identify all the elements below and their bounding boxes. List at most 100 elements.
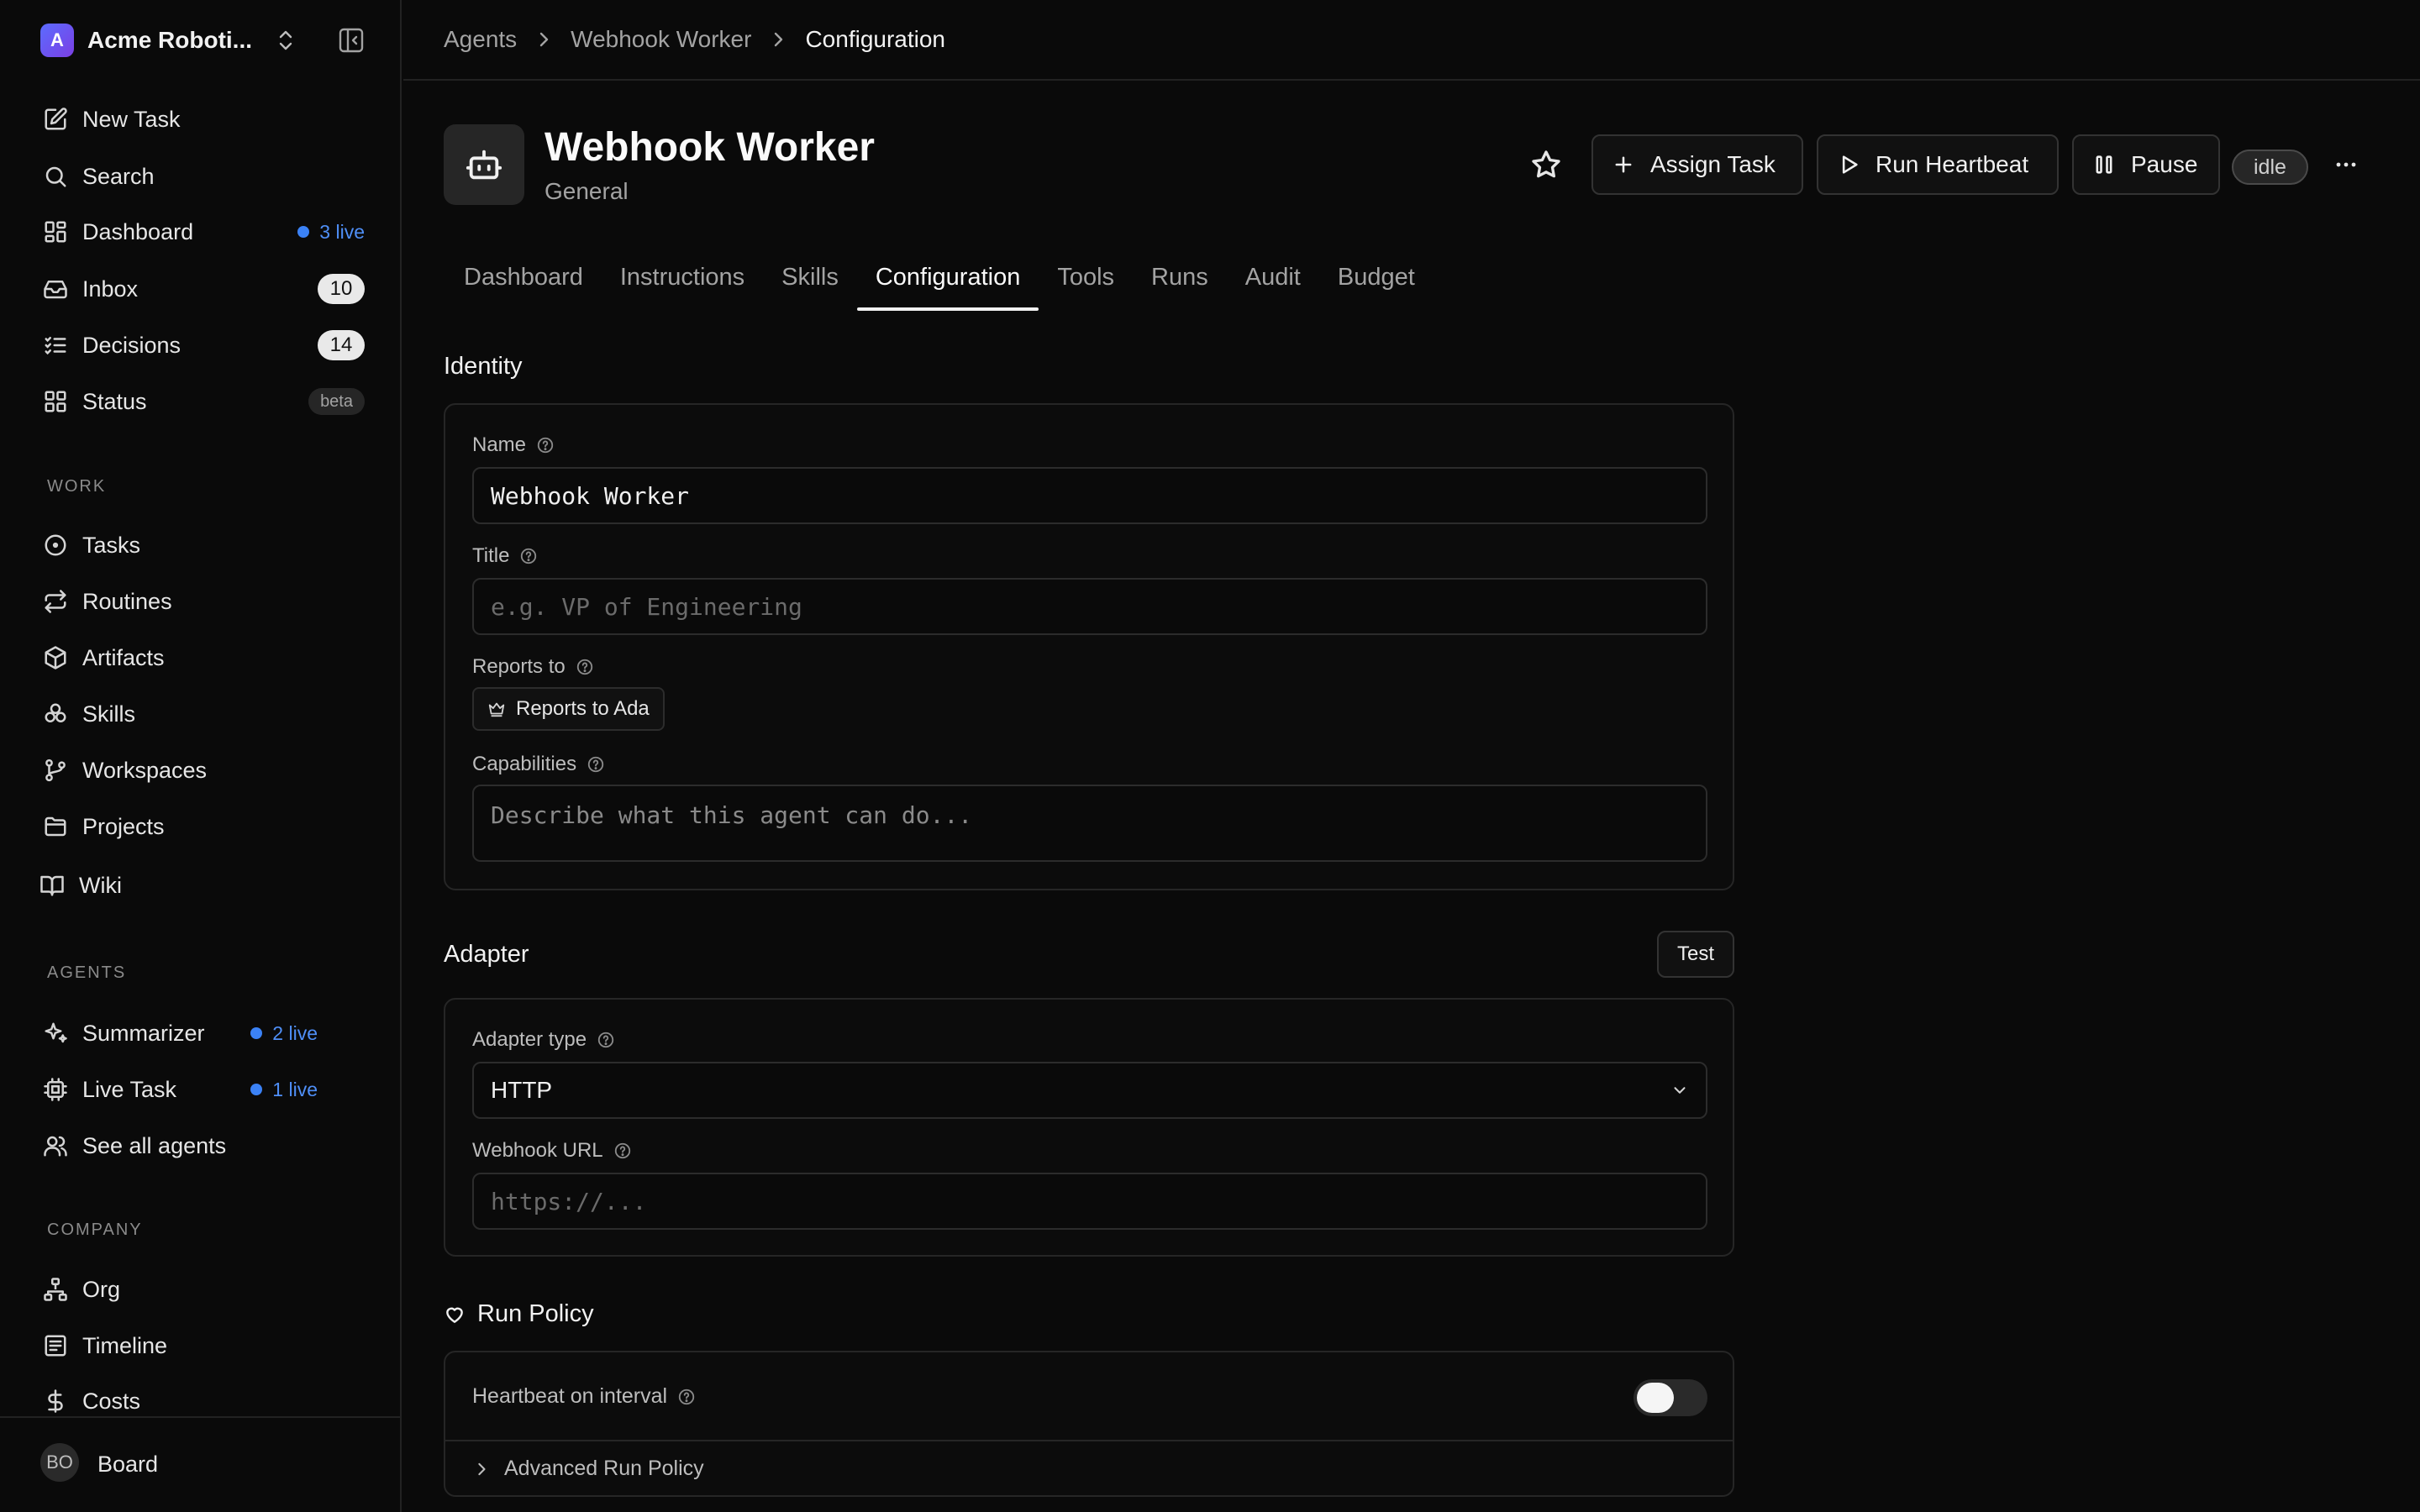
decisions-count-badge: 14	[318, 330, 365, 360]
nav-skills[interactable]: Skills	[40, 692, 365, 736]
status-badge: idle	[2232, 150, 2308, 185]
help-circle-icon[interactable]	[587, 755, 605, 774]
advanced-run-policy-toggle[interactable]: Advanced Run Policy	[476, 1457, 704, 1481]
nav-see-all-agents[interactable]: See all agents	[40, 1124, 365, 1168]
capabilities-textarea[interactable]: Describe what this agent can do...	[472, 785, 1707, 862]
tab-tools[interactable]: Tools	[1039, 249, 1133, 311]
tab-configuration[interactable]: Configuration	[856, 249, 1039, 311]
assign-task-button[interactable]: Assign Task	[1591, 134, 1803, 195]
adapter-section-title: Adapter	[444, 941, 529, 968]
nav-decisions[interactable]: Decisions 14	[40, 323, 365, 367]
nav-timeline[interactable]: Timeline	[40, 1324, 365, 1368]
agent-avatar	[444, 124, 524, 205]
section-label-agents: AGENTS	[47, 963, 127, 982]
nav-artifacts[interactable]: Artifacts	[40, 636, 365, 680]
section-label-work: WORK	[47, 477, 107, 496]
help-circle-icon[interactable]	[613, 1142, 632, 1160]
breadcrumb-agents[interactable]: Agents	[444, 26, 517, 53]
tab-dashboard[interactable]: Dashboard	[445, 249, 602, 311]
heartbeat-toggle[interactable]	[1634, 1379, 1707, 1416]
webhook-url-input[interactable]: https://...	[472, 1173, 1707, 1230]
adapter-type-label: Adapter type	[472, 1028, 615, 1052]
nav-label: Skills	[82, 701, 136, 727]
search-icon	[40, 161, 71, 192]
more-options-button[interactable]	[2334, 151, 2358, 178]
nav-inbox[interactable]: Inbox 10	[40, 267, 365, 311]
tab-runs[interactable]: Runs	[1133, 249, 1227, 311]
users-icon	[40, 1131, 71, 1161]
help-circle-icon[interactable]	[576, 658, 594, 676]
nav-label: Inbox	[82, 276, 139, 302]
divider	[445, 1440, 1733, 1441]
identity-card: Name Webhook Worker Title e.g. VP of Eng…	[444, 403, 1734, 890]
help-circle-icon[interactable]	[597, 1031, 615, 1049]
tab-budget[interactable]: Budget	[1319, 249, 1434, 311]
reports-to-selector[interactable]: Reports to Ada	[472, 687, 665, 731]
nav-org[interactable]: Org	[40, 1268, 365, 1311]
tab-skills[interactable]: Skills	[763, 249, 857, 311]
tab-bar: Dashboard Instructions Skills Configurat…	[445, 249, 1434, 311]
title-input[interactable]: e.g. VP of Engineering	[472, 578, 1707, 635]
name-input[interactable]: Webhook Worker	[472, 467, 1707, 524]
sidebar-footer: BO Board	[0, 1416, 400, 1512]
sparkles-icon	[40, 1018, 71, 1048]
nav-new-task[interactable]: New Task	[40, 97, 365, 141]
more-horizontal-icon	[2334, 151, 2358, 178]
chevron-right-icon	[771, 30, 785, 49]
tab-instructions[interactable]: Instructions	[602, 249, 763, 311]
tab-audit[interactable]: Audit	[1227, 249, 1319, 311]
chevron-right-icon	[476, 1461, 487, 1478]
breadcrumb-current: Configuration	[805, 26, 946, 52]
button-label: Assign Task	[1650, 151, 1776, 177]
pause-button[interactable]: Pause	[2072, 134, 2220, 195]
inbox-count-badge: 10	[318, 274, 365, 304]
nav-dashboard[interactable]: Dashboard 3 live	[40, 210, 365, 254]
nav-routines[interactable]: Routines	[40, 580, 365, 623]
workspace-switcher[interactable]: A Acme Roboti...	[40, 24, 368, 57]
help-circle-icon[interactable]	[677, 1388, 696, 1406]
nav-search[interactable]: Search	[40, 155, 365, 198]
nav-agent-live-task[interactable]: Live Task 1 live	[40, 1068, 365, 1111]
user-name[interactable]: Board	[97, 1452, 158, 1478]
pause-icon	[2092, 153, 2116, 176]
chevron-right-icon	[537, 30, 550, 49]
button-label: Run Heartbeat	[1876, 151, 2029, 177]
run-policy-card: Heartbeat on interval Advanced Run Polic…	[444, 1351, 1734, 1497]
toggle-knob	[1637, 1383, 1674, 1413]
title-label: Title	[472, 544, 538, 568]
nav-projects[interactable]: Projects	[40, 805, 365, 848]
run-heartbeat-button[interactable]: Run Heartbeat	[1817, 134, 2059, 195]
nav-status[interactable]: Status beta	[40, 380, 365, 423]
favorite-button[interactable]	[1529, 148, 1563, 181]
sidebar: A Acme Roboti... New Task Search Dashboa…	[0, 0, 402, 1512]
nav-tasks[interactable]: Tasks	[40, 523, 365, 567]
name-label: Name	[472, 433, 555, 457]
help-circle-icon[interactable]	[536, 436, 555, 454]
nav-label: Timeline	[82, 1332, 168, 1358]
heart-icon	[444, 1304, 466, 1326]
breadcrumb-agent[interactable]: Webhook Worker	[571, 26, 751, 53]
nav-label: See all agents	[82, 1132, 227, 1158]
nav-agent-summarizer[interactable]: Summarizer 2 live	[40, 1011, 365, 1055]
help-circle-icon[interactable]	[519, 547, 538, 565]
collapse-sidebar-button[interactable]	[338, 27, 365, 54]
checklist-icon	[40, 330, 71, 360]
capabilities-label: Capabilities	[472, 753, 605, 776]
nav-label: Decisions	[82, 332, 182, 358]
live-indicator: 3 live	[297, 221, 365, 244]
list-icon	[40, 1331, 71, 1361]
avatar[interactable]: BO	[40, 1443, 79, 1482]
boxes-icon	[40, 699, 71, 729]
beta-badge: beta	[308, 388, 365, 415]
nav-wiki[interactable]: Wiki	[37, 864, 361, 907]
test-adapter-button[interactable]: Test	[1657, 931, 1734, 978]
nav-label: Wiki	[79, 872, 122, 898]
adapter-type-value: HTTP	[491, 1077, 553, 1103]
edit-icon	[40, 104, 71, 134]
nav-workspaces[interactable]: Workspaces	[40, 748, 365, 792]
breadcrumb: Agents Webhook Worker Configuration	[403, 0, 2420, 81]
live-indicator: 2 live	[250, 1022, 318, 1045]
plus-icon	[1612, 153, 1635, 176]
agent-role: General	[544, 178, 629, 204]
adapter-type-select[interactable]: HTTP	[472, 1062, 1707, 1119]
